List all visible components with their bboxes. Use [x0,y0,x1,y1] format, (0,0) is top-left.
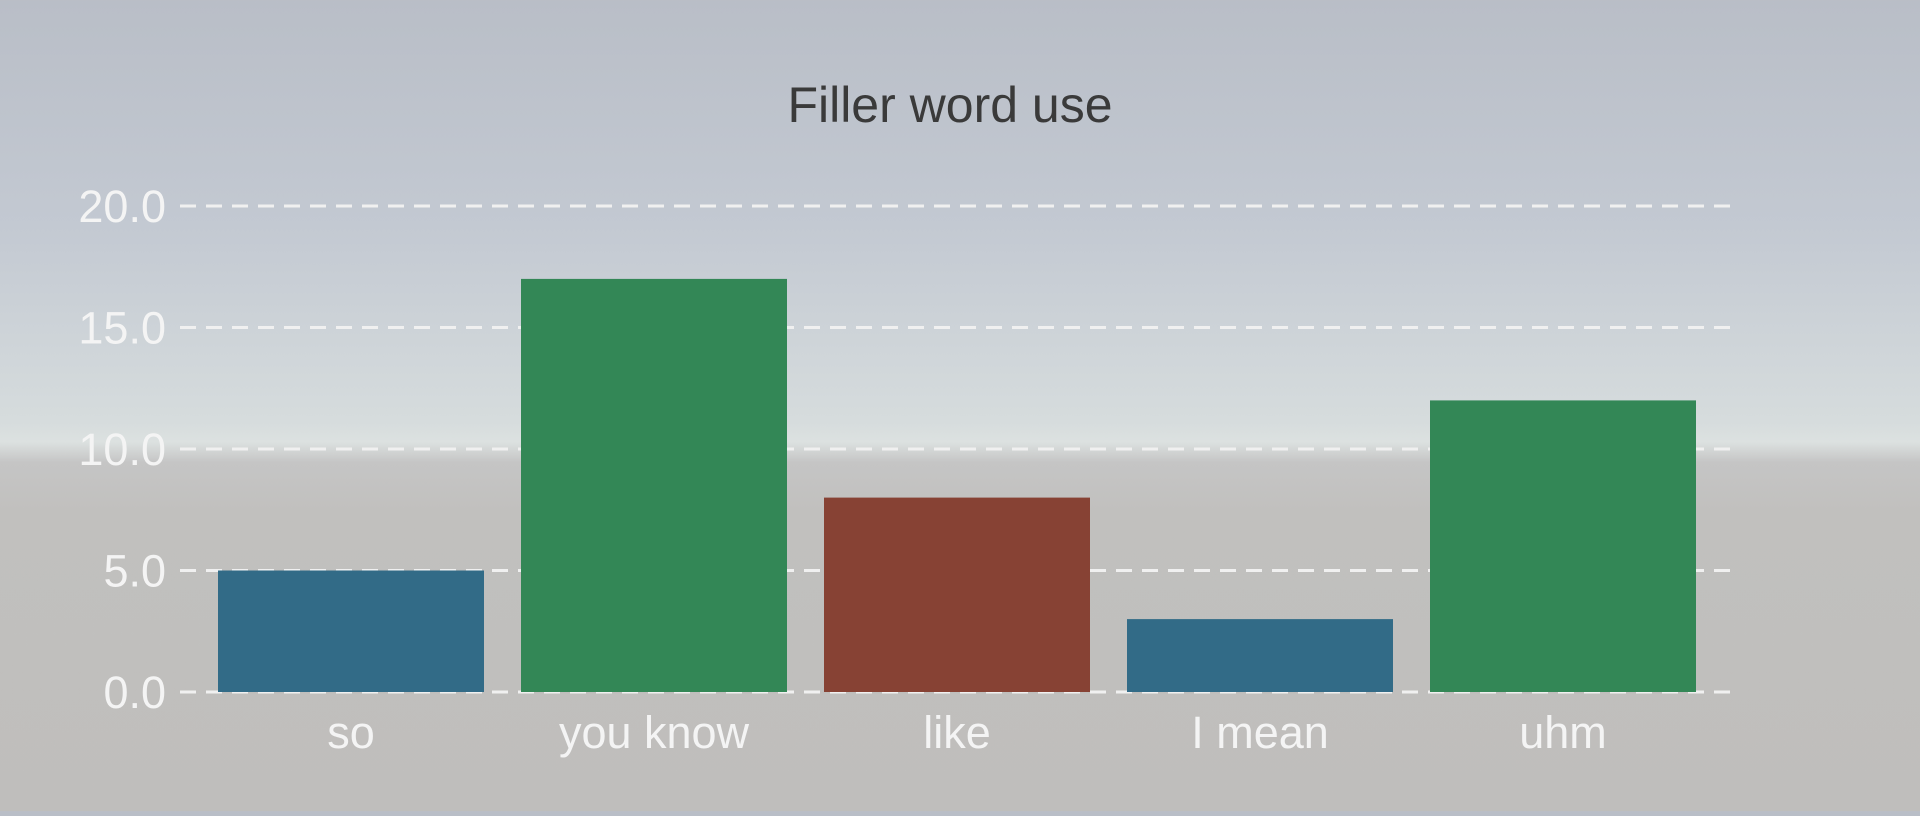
y-tick-label: 15.0 [78,303,166,354]
x-tick-label: I mean [1191,707,1329,758]
y-axis-ticks: 0.0 5.0 10.0 15.0 20.0 [78,181,166,718]
x-tick-label: you know [559,707,750,758]
bar-i-mean [1127,619,1393,692]
x-tick-label: so [327,707,375,758]
x-axis-labels: so you know like I mean uhm [327,707,1607,758]
y-tick-label: 5.0 [103,546,166,597]
y-tick-label: 20.0 [78,181,166,232]
y-tick-label: 0.0 [103,667,166,718]
bar-uhm [1430,400,1696,692]
y-tick-label: 10.0 [78,424,166,475]
bar-like [824,497,1090,692]
chart-container: Filler word use 0.0 5.0 10.0 15.0 20.0 so you… [0,0,1920,811]
bar-you-know [521,278,787,692]
bar-so [218,570,484,692]
x-tick-label: uhm [1519,707,1607,758]
bar-chart: Filler word use 0.0 5.0 10.0 15.0 20.0 so you… [78,77,1735,758]
chart-title: Filler word use [787,77,1112,133]
bars [218,278,1696,692]
x-tick-label: like [923,707,991,758]
